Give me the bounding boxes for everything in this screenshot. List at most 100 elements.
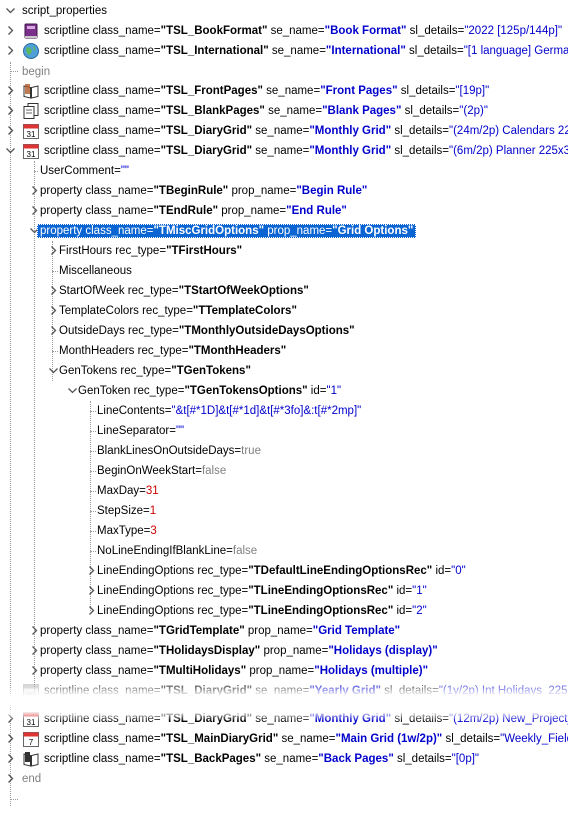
syntax-text: property class_name= xyxy=(40,645,154,657)
node-label: property class_name="TMiscGridOptions" p… xyxy=(37,224,417,238)
scriptline-node[interactable]: 31 scriptline class_name="TSL_DiaryGrid" … xyxy=(0,141,568,161)
record-node[interactable]: LineEndingOptions rec_type="TLineEndingO… xyxy=(0,581,568,601)
node-label: BlankLinesOnOutsideDays=true xyxy=(97,444,261,458)
attribute-key: LineSeparator= xyxy=(97,425,176,437)
syntax-text: scriptline class_name= xyxy=(44,45,161,57)
prop-name-value: "Grid Options" xyxy=(332,225,414,237)
tree-root-script_properties[interactable]: script_properties xyxy=(0,1,568,21)
class-name-value: "TSL_DiaryGrid" xyxy=(160,145,253,157)
property-node[interactable]: property class_name="TEndRule" prop_name… xyxy=(0,201,568,221)
chevron-down-icon[interactable] xyxy=(67,385,78,396)
chevron-right-icon[interactable] xyxy=(29,205,40,216)
chevron-right-icon[interactable] xyxy=(86,585,97,596)
chevron-right-icon[interactable] xyxy=(48,285,59,296)
se-name-value: "Monthly Grid" xyxy=(309,145,392,157)
record-node[interactable]: OutsideDays rec_type="TMonthlyOutsideDay… xyxy=(0,321,568,341)
chevron-down-icon[interactable] xyxy=(48,365,59,376)
property-node[interactable]: property class_name="THolidaysDisplay" p… xyxy=(0,641,568,661)
record-key: OutsideDays rec_type= xyxy=(59,325,179,337)
attribute-node[interactable]: NoLineEndingIfBlankLine=false xyxy=(0,541,568,561)
record-node[interactable]: Miscellaneous xyxy=(0,261,568,281)
chevron-right-icon[interactable] xyxy=(48,325,59,336)
tree-root-begin[interactable]: begin xyxy=(0,62,568,82)
attribute-key: BeginOnWeekStart= xyxy=(97,465,202,477)
chevron-right-icon[interactable] xyxy=(48,305,59,316)
attribute-key: BlankLinesOnOutsideDays= xyxy=(97,445,242,457)
chevron-right-icon[interactable] xyxy=(86,605,97,616)
svg-text:31: 31 xyxy=(27,150,36,159)
attribute-node[interactable]: LineSeparator="" xyxy=(0,421,568,441)
attribute-node[interactable]: MaxDay=31 xyxy=(0,481,568,501)
syntax-text: se_name= xyxy=(267,25,325,37)
chevron-right-icon[interactable] xyxy=(5,753,16,764)
chevron-right-icon[interactable] xyxy=(29,665,40,676)
node-key: end xyxy=(22,773,42,785)
node-label: scriptline class_name="TSL_MainDiaryGrid… xyxy=(44,732,568,746)
node-label: scriptline class_name="TSL_FrontPages" s… xyxy=(44,84,489,98)
record-node[interactable]: MonthHeaders rec_type="TMonthHeaders" xyxy=(0,341,568,361)
syntax-text: scriptline class_name= xyxy=(44,753,161,765)
node-label: scriptline class_name="TSL_DiaryGrid" se… xyxy=(44,144,568,158)
syntax-text: sl_details= xyxy=(401,105,460,117)
chevron-right-icon[interactable] xyxy=(5,85,16,96)
chevron-right-icon[interactable] xyxy=(29,185,40,196)
syntax-text: property class_name= xyxy=(40,205,154,217)
syntax-text: sl_details= xyxy=(391,125,450,137)
scriptline-node[interactable]: scriptline class_name="TSL_BookFormat" s… xyxy=(0,21,568,41)
scriptline-node[interactable]: 7 scriptline class_name="TSL_MainDiaryGri… xyxy=(0,729,568,749)
chevron-right-icon[interactable] xyxy=(86,565,97,576)
chevron-right-icon[interactable] xyxy=(5,45,16,56)
chevron-right-icon[interactable] xyxy=(5,25,16,36)
record-node[interactable]: StartOfWeek rec_type="TStartOfWeekOption… xyxy=(0,281,568,301)
scriptline-node[interactable]: scriptline class_name="TSL_International… xyxy=(0,41,568,61)
attribute-node[interactable]: BlankLinesOnOutsideDays=true xyxy=(0,441,568,461)
record-node[interactable]: GenToken rec_type="TGenTokensOptions" id… xyxy=(0,381,568,401)
syntax-text: prop_name= xyxy=(228,185,297,197)
tree-guide-tick xyxy=(10,799,18,800)
chevron-right-icon[interactable] xyxy=(5,105,16,116)
fade-overlay-lower xyxy=(0,711,568,721)
attribute-node[interactable]: BeginOnWeekStart=false xyxy=(0,461,568,481)
chevron-down-icon[interactable] xyxy=(5,145,16,156)
node-label: LineEndingOptions rec_type="TLineEndingO… xyxy=(97,584,427,598)
syntax-text: id= xyxy=(307,385,327,397)
property-node[interactable]: property class_name="TGridTemplate" prop… xyxy=(0,621,568,641)
record-key: TemplateColors rec_type= xyxy=(59,305,193,317)
scriptline-node[interactable]: scriptline class_name="TSL_BackPages" se… xyxy=(0,749,568,769)
syntax-text: se_name= xyxy=(278,733,336,745)
node-label: GenToken rec_type="TGenTokensOptions" id… xyxy=(78,384,341,398)
tree-root-end[interactable]: end xyxy=(0,769,568,789)
prop-name-value: "Begin Rule" xyxy=(296,185,368,197)
scriptline-node[interactable]: scriptline class_name="TSL_FrontPages" s… xyxy=(0,81,568,101)
record-node[interactable]: LineEndingOptions rec_type="TLineEndingO… xyxy=(0,601,568,621)
chevron-right-icon[interactable] xyxy=(29,625,40,636)
chevron-right-icon[interactable] xyxy=(5,773,16,784)
rec-type-value: "TLineEndingOptionsRec" xyxy=(248,605,394,617)
syntax-text: sl_details= xyxy=(393,753,452,765)
attribute-node[interactable]: StepSize=1 xyxy=(0,501,568,521)
record-node[interactable]: FirstHours rec_type="TFirstHours" xyxy=(0,241,568,261)
chevron-right-icon[interactable] xyxy=(5,125,16,136)
property-node[interactable]: property class_name="TBeginRule" prop_na… xyxy=(0,181,568,201)
rec-type-value: "TTemplateColors" xyxy=(192,305,297,317)
chevron-right-icon[interactable] xyxy=(48,245,59,256)
syntax-text: se_name= xyxy=(252,145,310,157)
scriptline-node[interactable]: scriptline class_name="TSL_BlankPages" s… xyxy=(0,101,568,121)
property-node[interactable]: property class_name="TMiscGridOptions" p… xyxy=(0,221,568,241)
chevron-down-icon[interactable] xyxy=(5,5,16,16)
chevron-right-icon[interactable] xyxy=(5,733,16,744)
attribute-node[interactable]: UserComment="" xyxy=(0,161,568,181)
property-node[interactable]: property class_name="TMultiHolidays" pro… xyxy=(0,661,568,681)
syntax-text: property class_name= xyxy=(40,625,154,637)
attribute-node[interactable]: LineContents="&t[#*1D]&t[#*1d]&t[#*3fo]&… xyxy=(0,401,568,421)
record-node[interactable]: GenTokens rec_type="TGenTokens" xyxy=(0,361,568,381)
record-node[interactable]: TemplateColors rec_type="TTemplateColors… xyxy=(0,301,568,321)
node-label: begin xyxy=(22,65,50,79)
syntax-text: scriptline class_name= xyxy=(44,105,161,117)
attribute-node[interactable]: MaxType=3 xyxy=(0,521,568,541)
record-node[interactable]: LineEndingOptions rec_type="TDefaultLine… xyxy=(0,561,568,581)
chevron-right-icon[interactable] xyxy=(29,645,40,656)
node-label: script_properties xyxy=(22,4,107,18)
scriptline-node[interactable]: 31 scriptline class_name="TSL_DiaryGrid" … xyxy=(0,121,568,141)
node-text: property class_name="THolidaysDisplay" p… xyxy=(40,645,438,657)
